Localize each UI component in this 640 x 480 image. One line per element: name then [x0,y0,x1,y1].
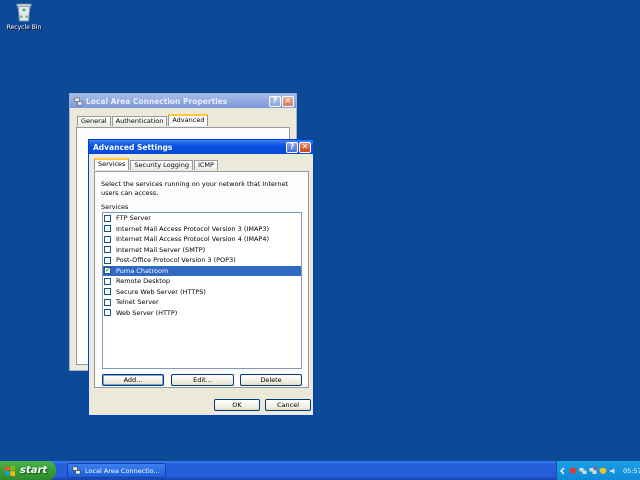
service-checkbox[interactable] [104,277,111,285]
start-button[interactable]: start [0,461,56,480]
services-list[interactable]: FTP Server Internet Mail Access Protocol… [102,212,302,369]
network-connection-icon [72,466,81,475]
service-label: Internet Mail Server (SMTP) [116,245,206,254]
shield-warning-icon[interactable] [599,467,607,475]
tab-general[interactable]: General [77,116,111,126]
recycle-bin-desktop-icon[interactable]: Recycle Bin [4,2,44,31]
service-checkbox[interactable] [104,246,111,254]
service-checkbox[interactable] [104,235,111,243]
recycle-bin-label: Recycle Bin [6,24,42,31]
advanced-settings-dialog[interactable]: Advanced Settings ? ✕ Services Security … [88,139,314,416]
windows-flag-icon [5,465,15,476]
clock[interactable]: 05:57 [623,467,640,475]
service-checkbox[interactable] [104,214,111,222]
lac-titlebar[interactable]: Local Area Connection Properties ? ✕ [70,94,296,108]
system-tray: 05:57 [556,461,640,480]
chevron-left-icon[interactable] [559,467,567,475]
taskbar-button-label: Local Area Connectio... [85,466,160,475]
service-item-remote-desktop[interactable]: Remote Desktop [103,276,301,287]
add-button[interactable]: Add... [102,374,164,386]
service-item-telnet[interactable]: Telnet Server [103,297,301,308]
cancel-button[interactable]: Cancel [265,399,311,411]
recycle-bin-icon [16,3,32,22]
service-label: Secure Web Server (HTTPS) [116,287,206,296]
lac-close-button[interactable]: ✕ [282,95,294,107]
taskbar: start Local Area Connectio... 05:57 [0,461,640,480]
tab-authentication[interactable]: Authentication [111,116,168,126]
taskbar-button-local-area-connection[interactable]: Local Area Connectio... [67,463,166,478]
services-description: Select the services running on your netw… [101,180,289,197]
tab-services[interactable]: Services [94,158,130,170]
advanced-settings-title: Advanced Settings [93,142,173,152]
start-label: start [20,465,48,476]
service-item-puma-chatroom[interactable]: ✔ Puma Chatroom [103,265,301,276]
service-label: Web Server (HTTP) [116,308,178,317]
close-button[interactable]: ✕ [299,141,311,153]
delete-button[interactable]: Delete [240,374,302,386]
advanced-tab-strip: Services Security Logging ICMP [94,158,219,170]
network-icon[interactable] [579,467,587,475]
service-item-https[interactable]: Secure Web Server (HTTPS) [103,287,301,298]
services-tab-panel: Select the services running on your netw… [94,171,309,388]
lac-title: Local Area Connection Properties [86,96,228,106]
service-label: FTP Server [116,214,151,223]
service-item-smtp[interactable]: Internet Mail Server (SMTP) [103,245,301,256]
service-item-pop3[interactable]: Post-Office Protocol Version 3 (POP3) [103,255,301,266]
service-label: Telnet Server [116,298,159,307]
tab-icmp[interactable]: ICMP [193,160,218,170]
lac-tab-strip: General Authentication Advanced [77,114,209,126]
service-checkbox[interactable] [104,298,111,306]
service-item-imap4[interactable]: Internet Mail Access Protocol Version 4 … [103,234,301,245]
service-label: Internet Mail Access Protocol Version 3 … [116,224,269,233]
advanced-settings-titlebar[interactable]: Advanced Settings ? ✕ [89,140,313,154]
service-item-ftp-server[interactable]: FTP Server [103,213,301,224]
network-connection-icon [74,97,83,105]
service-checkbox[interactable] [104,225,111,233]
service-label: Puma Chatroom [116,266,169,275]
service-checkbox[interactable] [104,309,111,317]
service-label: Post-Office Protocol Version 3 (POP3) [116,256,236,265]
service-label: Internet Mail Access Protocol Version 4 … [116,235,269,244]
service-checkbox[interactable] [104,256,111,264]
help-button[interactable]: ? [286,141,298,153]
ok-button[interactable]: OK [214,399,260,411]
tab-advanced[interactable]: Advanced [168,114,209,126]
service-label: Remote Desktop [116,277,170,286]
network-alert-icon[interactable] [589,466,597,475]
edit-button[interactable]: Edit... [171,374,234,386]
security-shield-icon[interactable] [569,467,577,475]
service-checkbox-checked[interactable]: ✔ [104,267,111,275]
service-checkbox[interactable] [104,288,111,296]
service-item-imap3[interactable]: Internet Mail Access Protocol Version 3 … [103,224,301,235]
service-item-http[interactable]: Web Server (HTTP) [103,308,301,319]
lac-help-button[interactable]: ? [269,95,281,107]
volume-icon[interactable] [609,467,617,475]
tab-security-logging[interactable]: Security Logging [130,160,193,170]
services-group-label: Services [101,203,129,211]
